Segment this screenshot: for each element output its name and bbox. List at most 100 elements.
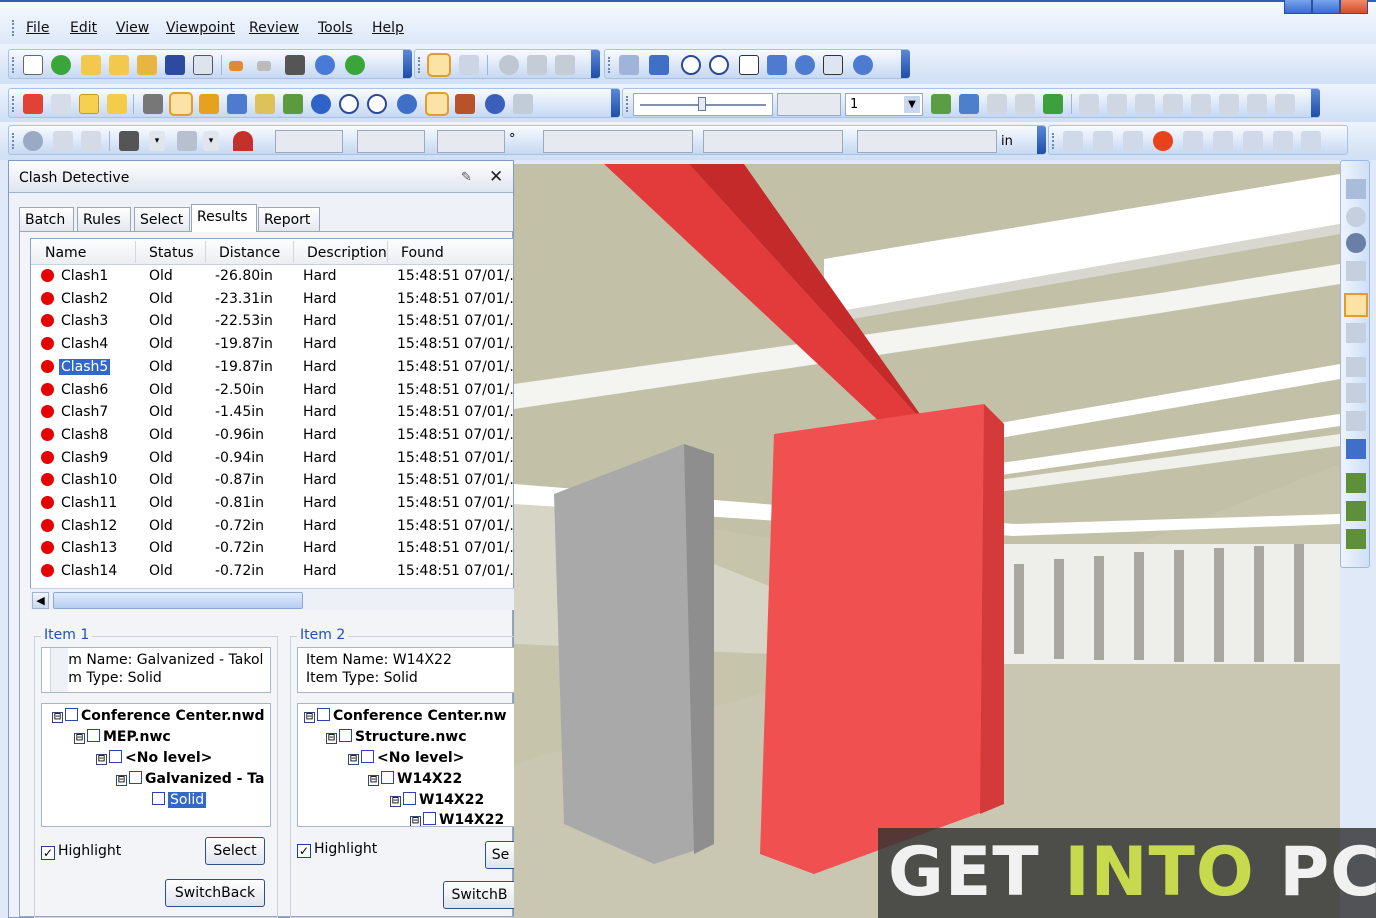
redo-icon[interactable]	[257, 61, 271, 71]
transparency-dropdown-icon[interactable]: ▾	[203, 131, 219, 151]
table-row[interactable]: Clash6 Old -2.50in Hard 15:48:51 07/01/..	[31, 379, 513, 402]
select-same-icon[interactable]	[499, 55, 519, 75]
tab-report[interactable]: Report	[258, 207, 320, 231]
table-row[interactable]: Clash13 Old -0.72in Hard 15:48:51 07/01/..	[31, 537, 513, 560]
maximize-button[interactable]	[1312, 0, 1340, 14]
tree-node[interactable]: ⊟ MEP.nwc	[74, 729, 171, 745]
back-icon[interactable]	[1079, 94, 1099, 114]
item2-select-button[interactable]: Se	[485, 841, 515, 869]
clash-name[interactable]: Clash7	[59, 404, 110, 420]
item1-highlight-checkbox[interactable]: ✓ Highlight	[41, 843, 121, 860]
play-reverse-icon[interactable]	[1123, 131, 1143, 151]
table-row[interactable]: Clash3 Old -22.53in Hard 15:48:51 07/01/..	[31, 310, 513, 333]
tab-batch[interactable]: Batch	[19, 207, 74, 231]
tree-node-selected[interactable]: Solid	[152, 792, 207, 808]
redline-text-icon[interactable]	[79, 94, 99, 114]
tree-node[interactable]: ⊟ <No level>	[96, 750, 212, 766]
person-icon[interactable]	[1346, 439, 1366, 459]
append-icon[interactable]	[109, 55, 129, 75]
close-icon[interactable]: ✕	[489, 167, 503, 187]
zoom-icon[interactable]	[681, 55, 701, 75]
prism-icon[interactable]	[1219, 94, 1239, 114]
undo-icon[interactable]	[229, 61, 243, 71]
quick-find-icon[interactable]	[367, 94, 387, 114]
tab-rules[interactable]: Rules	[77, 207, 131, 231]
link-icon[interactable]	[987, 94, 1007, 114]
layers-icon[interactable]	[1346, 411, 1366, 431]
scroll-thumb[interactable]	[53, 592, 303, 609]
section-plane-icon[interactable]	[931, 94, 951, 114]
horizontal-scrollbar[interactable]: ◀	[30, 588, 514, 610]
play-path-icon[interactable]	[1043, 94, 1063, 114]
stop-icon[interactable]	[1213, 131, 1233, 151]
chevron-down-icon[interactable]: ▼	[904, 96, 920, 113]
help-icon[interactable]	[345, 55, 365, 75]
menu-help[interactable]: Help	[372, 20, 404, 36]
navigate-icon[interactable]	[1346, 233, 1366, 253]
step-forward-icon[interactable]	[1273, 131, 1293, 151]
pan-icon[interactable]	[1346, 261, 1366, 281]
stack-icon[interactable]	[1346, 383, 1366, 403]
col-name[interactable]: Name	[45, 245, 86, 261]
floor-icon[interactable]	[1346, 179, 1366, 199]
move-icon[interactable]	[23, 131, 43, 151]
section-box-icon[interactable]	[959, 94, 979, 114]
clash-name[interactable]: Clash13	[59, 540, 119, 556]
select-tree-icon[interactable]	[527, 55, 547, 75]
pin-icon[interactable]: ✎	[461, 170, 472, 185]
clash-name[interactable]: Clash2	[59, 291, 110, 307]
cone-icon[interactable]	[1163, 94, 1183, 114]
step-back-icon[interactable]	[1093, 131, 1113, 151]
record-button-icon[interactable]	[1153, 131, 1173, 151]
wedge-icon[interactable]	[1247, 94, 1267, 114]
menu-tools[interactable]: Tools	[318, 20, 353, 36]
close-window-button[interactable]	[1340, 0, 1368, 14]
clash-active-icon[interactable]	[425, 92, 449, 116]
camera-icon[interactable]	[1346, 207, 1366, 227]
clash-name[interactable]: Clash11	[59, 495, 119, 511]
select-arrow-icon[interactable]	[427, 53, 451, 77]
tree-node[interactable]: ⊟ W14X22	[410, 812, 504, 826]
item1-select-button[interactable]: Select	[205, 837, 265, 865]
clash-name[interactable]: Clash14	[59, 563, 119, 579]
clash-name[interactable]: Clash9	[59, 450, 110, 466]
table-row[interactable]: Clash11 Old -0.81in Hard 15:48:51 07/01/..	[31, 492, 513, 515]
menu-file[interactable]: File	[26, 20, 49, 36]
walk-icon[interactable]	[767, 55, 787, 75]
print-icon[interactable]	[285, 55, 305, 75]
selection-tree-icon[interactable]	[255, 94, 275, 114]
fast-forward-icon[interactable]	[1301, 131, 1321, 151]
rotation-y-field[interactable]	[703, 130, 843, 153]
select-box-icon[interactable]	[459, 55, 479, 75]
tree-node[interactable]: ⊟ W14X22	[390, 792, 484, 808]
table-row[interactable]: Clash10 Old -0.87in Hard 15:48:51 07/01/..	[31, 469, 513, 492]
menu-viewpoint[interactable]: Viewpoint	[166, 20, 235, 36]
col-distance[interactable]: Distance	[219, 245, 280, 261]
cylinder-icon[interactable]	[1107, 94, 1127, 114]
find-comments-icon[interactable]	[339, 94, 359, 114]
clash-name[interactable]: Clash5	[57, 357, 112, 376]
clash-name[interactable]: Clash8	[59, 427, 110, 443]
redline-draw-icon[interactable]	[23, 94, 43, 114]
table-row[interactable]: Clash12 Old -0.72in Hard 15:48:51 07/01/..	[31, 515, 513, 538]
pause-icon[interactable]	[1183, 131, 1203, 151]
disk-icon[interactable]	[1191, 94, 1211, 114]
timer-icon[interactable]	[485, 94, 505, 114]
tab-select[interactable]: Select	[134, 207, 190, 231]
tree-node[interactable]: ⊟ Conference Center.nwd	[52, 708, 265, 724]
menu-view[interactable]: View	[116, 20, 149, 36]
tree-node[interactable]: ⊟ Galvanized - Ta	[116, 771, 265, 787]
z-field[interactable]	[437, 130, 505, 153]
find-items-icon[interactable]	[555, 55, 575, 75]
clash-name[interactable]: Clash6	[59, 382, 110, 398]
zoom-box-icon[interactable]	[709, 55, 729, 75]
item2-switchback-button[interactable]: SwitchB	[443, 881, 515, 909]
refresh-icon[interactable]	[51, 55, 71, 75]
sync-icon[interactable]	[1346, 501, 1366, 521]
look-icon[interactable]	[795, 55, 815, 75]
col-status[interactable]: Status	[149, 245, 194, 261]
color-swatch-icon[interactable]	[119, 131, 139, 151]
tree-node[interactable]: ⊟ W14X22	[368, 771, 462, 787]
box-icon[interactable]	[1135, 94, 1155, 114]
table-row[interactable]: Clash1 Old -26.80in Hard 15:48:51 07/01/..	[31, 265, 513, 288]
